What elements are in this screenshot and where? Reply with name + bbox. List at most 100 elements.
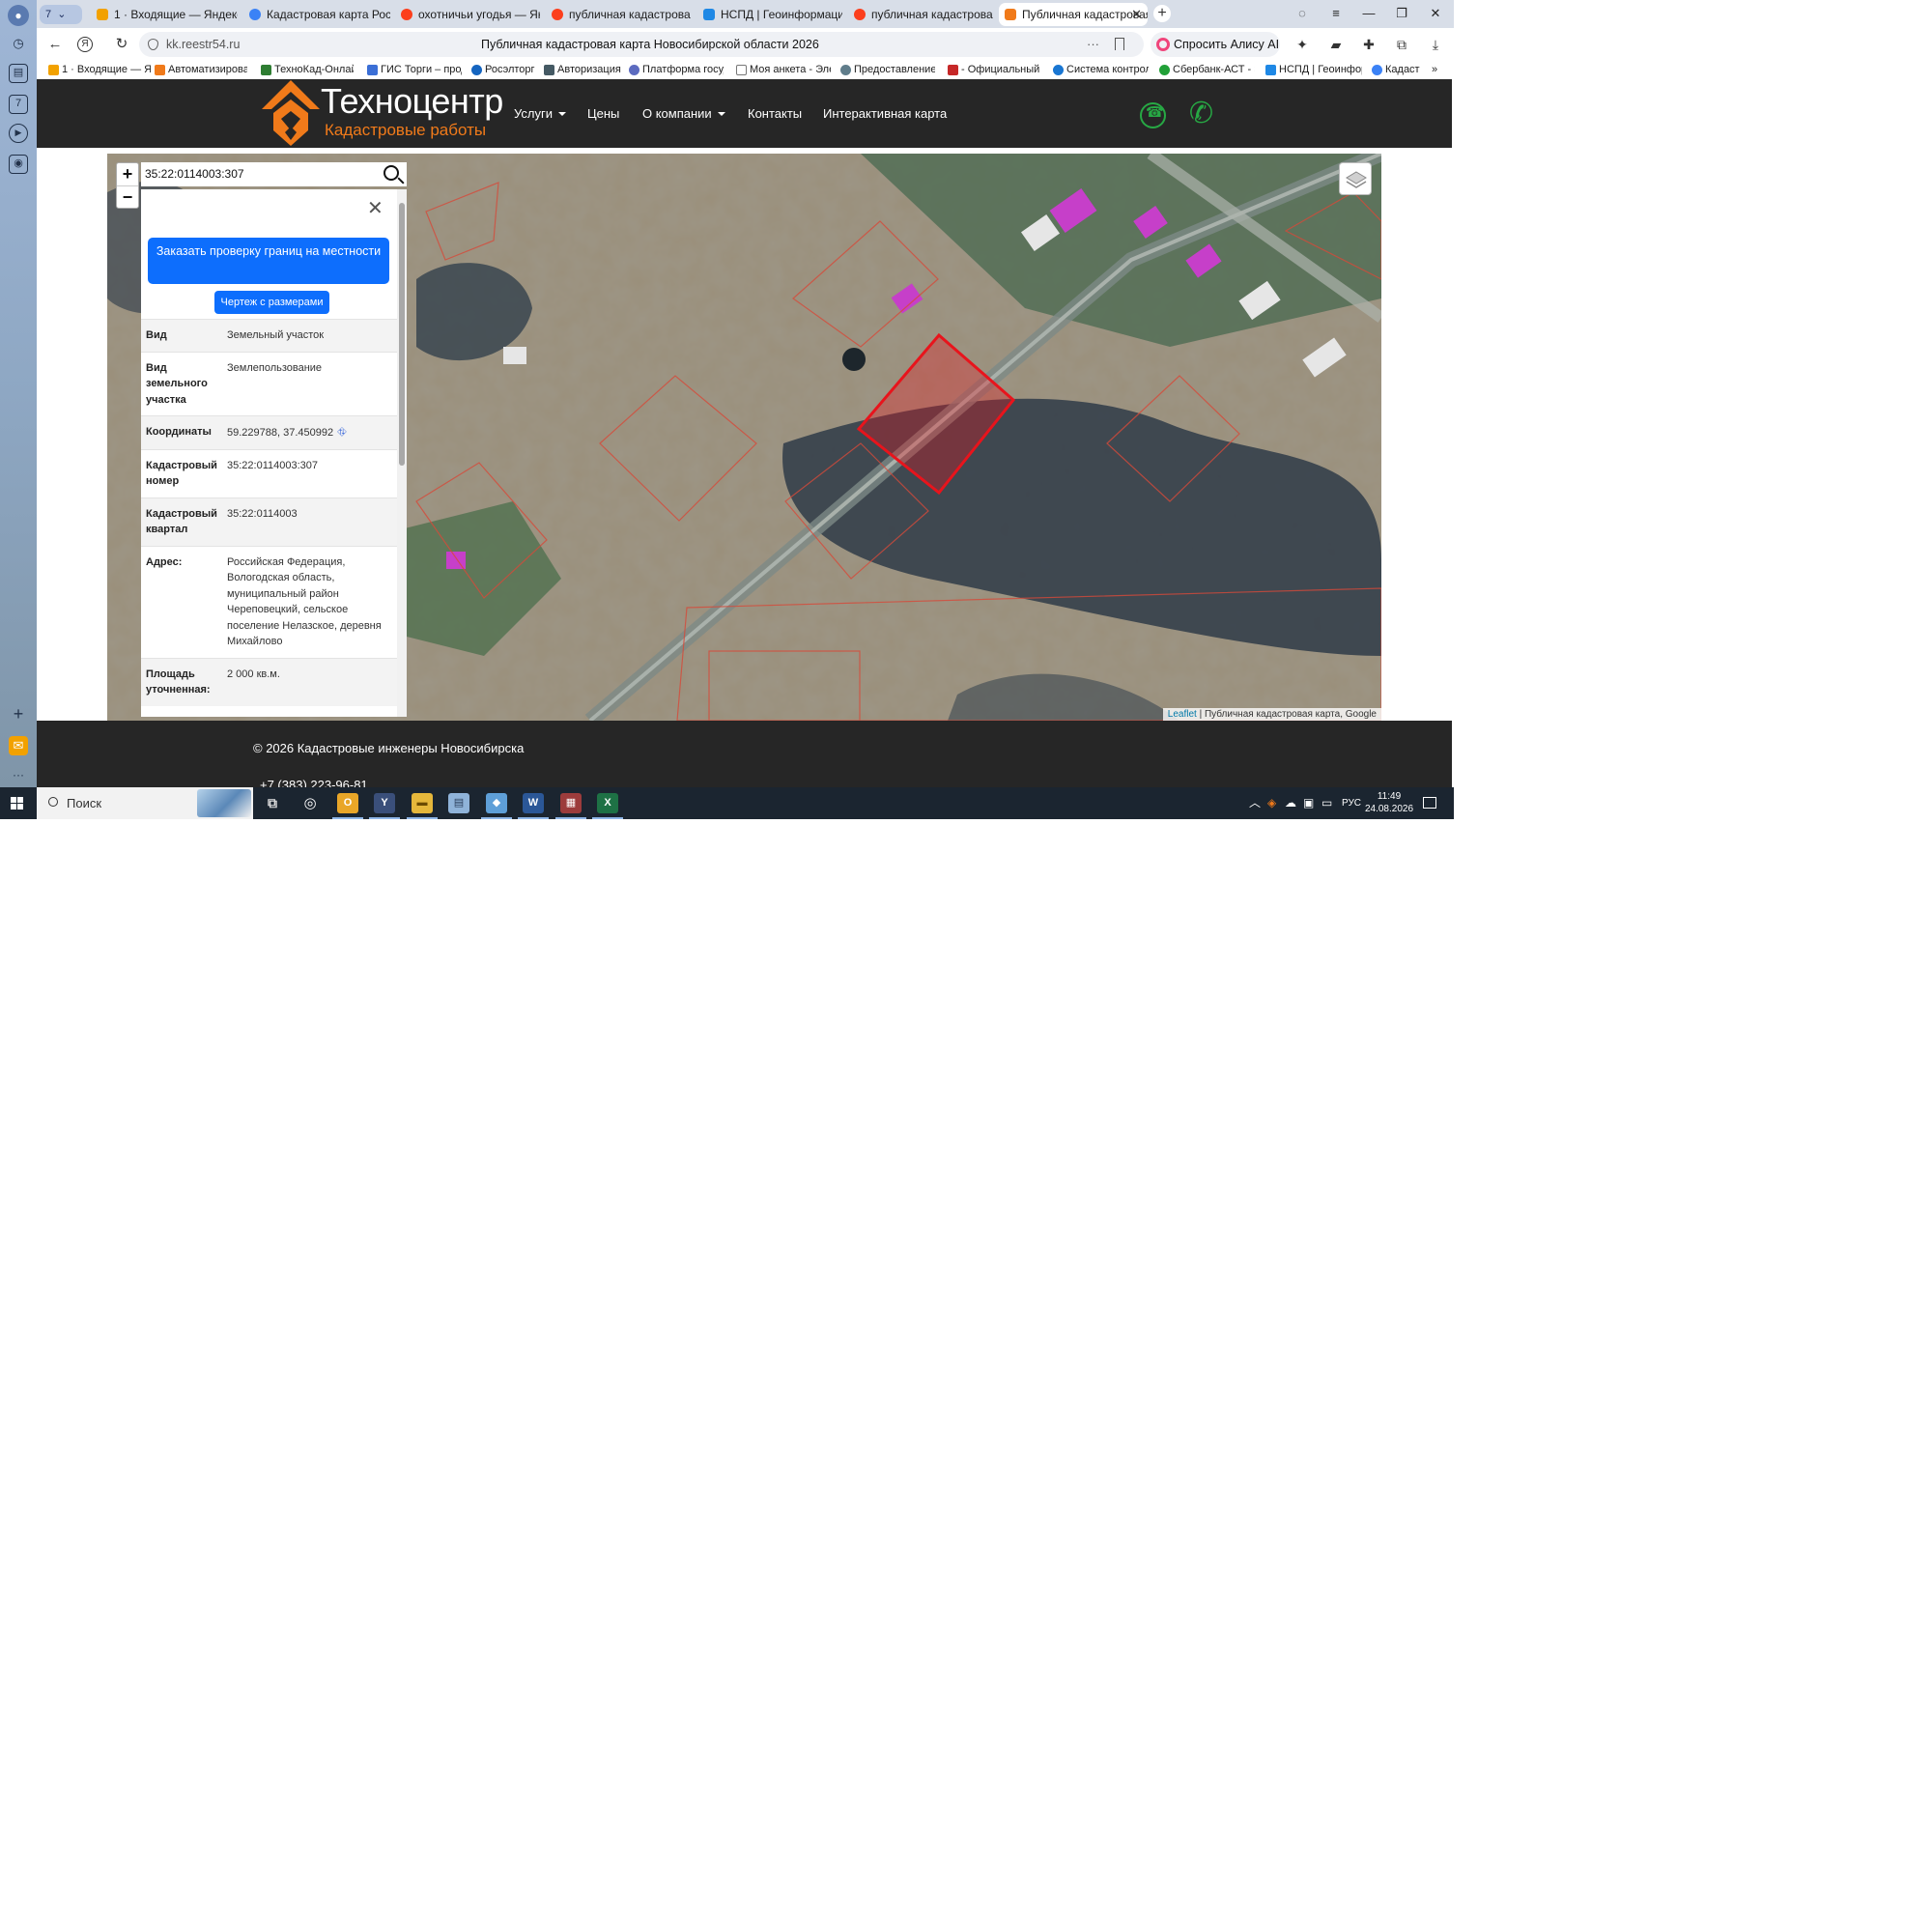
logo-title[interactable]: Техноцентр [321, 81, 503, 122]
screenshot-icon[interactable]: ◉ [9, 155, 28, 174]
bookmarks-overflow-button[interactable]: » [1432, 62, 1445, 77]
search-icon[interactable] [384, 165, 399, 181]
system-clock[interactable]: 11:49 24.08.2026 [1364, 790, 1414, 815]
leaflet-link[interactable]: Leaflet [1168, 709, 1197, 720]
archive-app-icon[interactable]: ◆ [486, 793, 507, 813]
nav-about[interactable]: О компании [642, 106, 725, 121]
phone-icon[interactable]: ✆ [1189, 99, 1213, 129]
tray-network-status-icon[interactable]: ▣ [1303, 787, 1314, 819]
yandex-browser-icon[interactable]: Y [374, 793, 395, 813]
tray-sync-icon[interactable]: ☁ [1285, 787, 1296, 819]
close-tab-icon[interactable]: ✕ [1131, 3, 1142, 26]
yandex-home-icon[interactable]: Я [77, 37, 93, 52]
drawing-with-dimensions-button[interactable]: Чертеж с размерами [214, 291, 329, 314]
whatsapp-icon[interactable] [1140, 102, 1166, 128]
bookmark-item[interactable]: Предоставление [840, 62, 935, 77]
close-window-icon[interactable]: ✕ [1424, 4, 1447, 23]
video-icon[interactable]: ▶ [9, 124, 28, 143]
bookmark-icon[interactable] [1115, 38, 1124, 50]
bookmark-item[interactable]: Авторизация [544, 62, 621, 77]
bookmark-item[interactable]: Моя анкета - Элек [736, 62, 831, 77]
zoom-in-button[interactable]: + [117, 163, 138, 185]
bookmark-item[interactable]: Автоматизирова [155, 62, 247, 77]
winrar-icon[interactable]: ▦ [560, 793, 582, 813]
ask-alice-button[interactable]: Спросить Алису AI [1151, 32, 1280, 57]
tray-app-icon[interactable]: ◈ [1267, 787, 1276, 819]
running-indicator [592, 817, 623, 819]
notifications-icon[interactable] [1423, 797, 1436, 809]
outlook-icon[interactable]: O [337, 793, 358, 813]
word-icon[interactable]: W [523, 793, 544, 813]
collections-icon[interactable]: ▤ [9, 64, 28, 83]
clock-date: 24.08.2026 [1364, 804, 1414, 814]
menu-icon[interactable]: ≡ [1324, 4, 1348, 23]
tab-active-cadastral[interactable]: Публичная кадастровая ✕ [999, 3, 1148, 26]
url-field[interactable]: kk.reestr54.ru Публичная кадастровая кар… [139, 32, 1144, 57]
calendar-icon[interactable]: 7 [9, 95, 28, 114]
history-icon[interactable]: ◷ [9, 34, 28, 53]
cadastral-search-input[interactable] [145, 162, 377, 186]
nav-contacts[interactable]: Контакты [748, 106, 802, 121]
nav-prices[interactable]: Цены [587, 106, 619, 121]
language-indicator[interactable]: РУС [1342, 787, 1361, 819]
tab-nspd[interactable]: НСПД | Геоинформационная [697, 3, 842, 26]
excel-icon[interactable]: X [597, 793, 618, 813]
route-icon[interactable]: ⛗ [337, 425, 347, 439]
taskbar-search-box[interactable]: Поиск [37, 787, 253, 819]
logo-icon[interactable] [262, 80, 320, 146]
tab-cadastral-search-1[interactable]: публичная кадастровая карта [546, 3, 691, 26]
tab-group-counter[interactable]: 7 ⌄ [40, 5, 82, 24]
task-view-icon[interactable]: ⧉ [262, 793, 283, 813]
screenshot-tool-icon[interactable]: ⧉ [1394, 37, 1409, 52]
close-panel-icon[interactable]: ✕ [367, 199, 384, 218]
bookmark-item[interactable]: - Официальный с [948, 62, 1042, 77]
protect-icon[interactable]: ◌ [1291, 4, 1314, 23]
zoom-out-button[interactable]: − [117, 185, 138, 208]
back-icon[interactable]: ← [44, 35, 66, 54]
cadastral-map[interactable]: + − Leaflet | Публичная кадастровая карт… [107, 154, 1381, 721]
downloads-icon[interactable]: ⤓ [1428, 37, 1443, 52]
new-tab-button[interactable]: + [1153, 5, 1171, 22]
yandex-favicon-icon [401, 9, 412, 20]
profile-avatar[interactable]: ● [8, 5, 29, 26]
bookmark-item[interactable]: ГИС Торги – прод [367, 62, 462, 77]
tray-expand-icon[interactable]: ︿ [1249, 787, 1261, 819]
file-explorer-icon[interactable]: ▬ [412, 793, 433, 813]
extension-k-icon[interactable]: ✦ [1294, 37, 1310, 52]
more-options-icon[interactable]: ··· [1087, 32, 1099, 57]
layers-control-button[interactable] [1339, 162, 1372, 195]
windows-start-icon[interactable] [11, 797, 24, 810]
more-icon[interactable]: ··· [9, 765, 28, 784]
bookmark-item[interactable]: 1 · Входящие — Я [48, 62, 151, 77]
bookmark-item[interactable]: Платформа госуд [629, 62, 724, 77]
tab-mail[interactable]: 1 · Входящие — Яндекс Почта [91, 3, 238, 26]
cortana-icon[interactable]: ◎ [299, 793, 321, 813]
reload-icon[interactable]: ↻ [111, 35, 132, 54]
bookmark-item[interactable]: ТехноКад-Онлайн [261, 62, 354, 77]
site-security-icon[interactable] [148, 39, 158, 50]
minimize-icon[interactable]: — [1357, 4, 1380, 23]
extension-shield-icon[interactable]: ▰ [1328, 37, 1344, 52]
bookmark-item[interactable]: Кадаст [1372, 62, 1420, 77]
nav-services[interactable]: Услуги [514, 106, 566, 121]
bookmark-item[interactable]: Росэлторг [471, 62, 539, 77]
cadastral-favicon-icon [249, 9, 261, 20]
bookmark-item[interactable]: НСПД | Геоинфор [1265, 62, 1362, 77]
tab-hunting-search[interactable]: охотничьи угодья — Яндекс [395, 3, 540, 26]
restore-icon[interactable]: ❐ [1390, 4, 1413, 23]
tab-cadastral-russia[interactable]: Кадастровая карта России [243, 3, 390, 26]
bookmark-favicon-icon [1372, 65, 1382, 75]
map-attribution: Leaflet | Публичная кадастровая карта, G… [1162, 708, 1381, 721]
notepad-icon[interactable]: ▤ [448, 793, 469, 813]
bookmark-item[interactable]: Система контрол [1053, 62, 1149, 77]
order-boundary-check-button[interactable]: Заказать проверку границ на местности [148, 238, 389, 284]
tab-cadastral-search-2[interactable]: публичная кадастровая карта [848, 3, 993, 26]
tray-display-icon[interactable]: ▭ [1321, 787, 1332, 819]
nav-interactive-map[interactable]: Интерактивная карта [823, 106, 947, 121]
bookmark-item[interactable]: Сбербанк-АСТ - Э [1159, 62, 1255, 77]
mail-icon[interactable]: ✉ [9, 736, 28, 755]
add-panel-icon[interactable]: + [9, 704, 28, 724]
panel-scrollbar[interactable] [397, 189, 407, 717]
scrollbar-thumb[interactable] [399, 203, 405, 466]
extensions-puzzle-icon[interactable]: ✚ [1361, 37, 1377, 52]
